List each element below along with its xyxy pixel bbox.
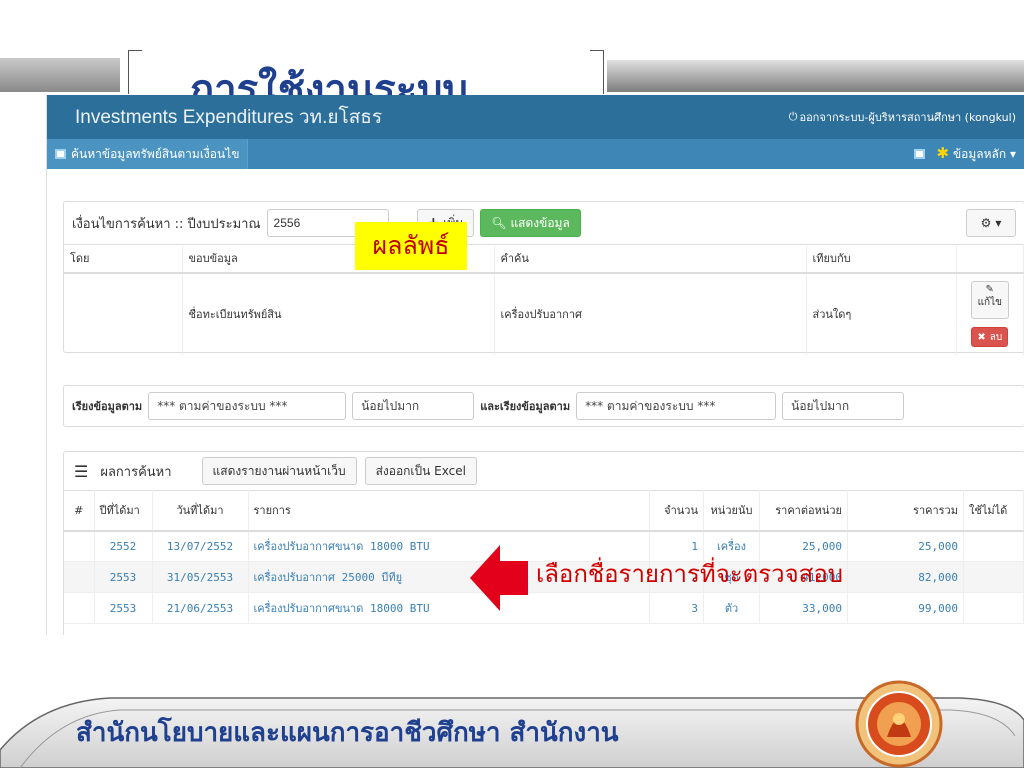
caret-down-icon: ▾ <box>995 216 1002 230</box>
condition-keyword: เครื่องปรับอากาศ <box>494 272 807 355</box>
cell-total: 25,000 <box>847 530 964 562</box>
settings-icon: ✱ <box>936 144 950 162</box>
list-icon: ☰ <box>74 461 89 481</box>
column-header <box>956 244 1024 274</box>
cell-no <box>64 561 95 593</box>
column-header: ใช้ไม่ได้ <box>963 490 1024 532</box>
column-header: วันที่ได้มา <box>152 490 249 532</box>
select-item-caption: เลือกชื่อรายการที่จะตรวจสอบ <box>536 560 843 588</box>
footer-text: สำนักนโยบายและแผนการอาชีวศึกษา สำนักงาน <box>76 718 619 748</box>
conditions-label: เงื่อนไขการค้นหา :: ปีงบประมาณ <box>72 216 261 232</box>
app-window: Investments Expenditures วท.ยโสธร ⏻ ออกจ… <box>46 95 1024 635</box>
table-row[interactable]: 2553 21/06/2553 เครื่องปรับอากาศขนาด 180… <box>64 592 1024 624</box>
cell-date: 31/05/2553 <box>152 561 249 593</box>
app-title: Investments Expenditures วท.ยโสธร <box>75 107 383 128</box>
sort-order-select-1[interactable]: น้อยไปมาก <box>352 392 475 420</box>
gear-icon: ⚙ <box>980 216 992 230</box>
cell-item-link[interactable]: เครื่องปรับอากาศขนาด 18000 BTU <box>248 592 650 624</box>
show-data-button[interactable]: 🔍︎ แสดงข้อมูล <box>480 209 581 237</box>
cell-date: 21/06/2553 <box>152 592 249 624</box>
caret-down-icon: ▾ <box>1009 147 1016 161</box>
grid-icon[interactable] <box>913 149 925 159</box>
column-header: ราคารวม <box>847 490 964 532</box>
table-icon <box>55 149 66 159</box>
export-excel-button[interactable]: ส่งออกเป็น Excel <box>364 457 477 485</box>
cell-total: 99,000 <box>847 592 964 624</box>
red-arrow-left-icon <box>470 545 528 611</box>
sort-label-1: เรียงข้อมูลตาม <box>72 400 143 413</box>
cell-unusable <box>963 530 1024 562</box>
delete-label: ลบ <box>989 331 1003 343</box>
nav-master-label: ข้อมูลหลัก <box>952 147 1007 161</box>
cell-year: 2552 <box>94 530 153 562</box>
settings-dropdown-button[interactable]: ⚙ ▾ <box>966 209 1016 237</box>
title-bracket-left <box>128 50 142 94</box>
web-report-button[interactable]: แสดงรายงานผ่านหน้าเว็บ <box>201 457 357 485</box>
nav-master-menu[interactable]: ✱ ข้อมูลหลัก ▾ <box>937 144 1016 164</box>
sort-label-2: และเรียงข้อมูลตาม <box>480 400 571 413</box>
sort-panel: เรียงข้อมูลตาม *** ตามค่าของระบบ *** น้อ… <box>63 385 1024 427</box>
column-header: หน่วยนับ <box>703 490 760 532</box>
cell-unit-price: 33,000 <box>759 592 848 624</box>
cell-unusable <box>963 561 1024 593</box>
search-conditions-panel: เงื่อนไขการค้นหา :: ปีงบประมาณ + เพิ่ม 🔍… <box>63 201 1024 355</box>
cell-qty: 3 <box>649 592 704 624</box>
app-navbar: ค้นหาข้อมูลทรัพย์สินตามเงื่อนไข ✱ ข้อมูล… <box>47 139 1024 169</box>
column-header: เทียบกับ <box>806 244 957 274</box>
condition-actions: ✎ แก้ไข ✖ ลบ <box>956 272 1024 355</box>
results-panel: ☰ ผลการค้นหา แสดงรายงานผ่านหน้าเว็บ ส่งอ… <box>63 451 1024 635</box>
cell-total: 82,000 <box>847 561 964 593</box>
decorative-bar-right <box>607 58 1024 92</box>
condition-field: ชื่อทะเบียนทรัพย์สิน <box>182 272 495 355</box>
pencil-icon: ✎ <box>985 284 994 295</box>
condition-compare: ส่วนใดๆ <box>806 272 957 355</box>
column-header: โดย <box>64 244 183 274</box>
cell-no <box>64 592 95 624</box>
condition-by <box>64 272 183 355</box>
cell-year: 2553 <box>94 561 153 593</box>
column-header: จำนวน <box>649 490 704 532</box>
nav-search-assets[interactable]: ค้นหาข้อมูลทรัพย์สินตามเงื่อนไข <box>47 139 249 169</box>
sort-field-select-2[interactable]: *** ตามค่าของระบบ *** <box>576 392 777 420</box>
close-icon: ✖ <box>977 331 986 343</box>
cell-unusable <box>963 592 1024 624</box>
slide: การใช้งานระบบ Investments Expenditures ว… <box>0 0 1024 768</box>
result-callout: ผลลัพธ์ <box>355 222 467 270</box>
decorative-bar-left <box>0 58 120 92</box>
cell-date: 13/07/2552 <box>152 530 249 562</box>
column-header: รายการ <box>248 490 650 532</box>
column-header: ปีที่ได้มา <box>94 490 153 532</box>
results-title: ผลการค้นหา <box>100 464 172 480</box>
logout-label: ออกจากระบบ-ผู้บริหารสถานศึกษา (kongkul) <box>799 111 1016 124</box>
column-header: ราคาต่อหน่วย <box>759 490 848 532</box>
conditions-table: โดย ขอบข้อมูล คำค้น เทียบกับ ชื่อทะเบียน… <box>64 244 1024 355</box>
delete-condition-button[interactable]: ✖ ลบ <box>971 327 1009 347</box>
vocational-education-seal-icon <box>855 680 943 768</box>
condition-row: ชื่อทะเบียนทรัพย์สิน เครื่องปรับอากาศ ส่… <box>64 272 1024 355</box>
sort-order-select-2[interactable]: น้อยไปมาก <box>782 392 905 420</box>
cell-no <box>64 530 95 562</box>
title-bracket-right <box>590 50 604 94</box>
sort-field-select-1[interactable]: *** ตามค่าของระบบ *** <box>148 392 347 420</box>
logout-link[interactable]: ⏻ ออกจากระบบ-ผู้บริหารสถานศึกษา (kongkul… <box>789 108 1016 126</box>
show-data-label: แสดงข้อมูล <box>510 215 570 230</box>
column-header: # <box>64 490 95 532</box>
power-icon: ⏻ <box>788 110 798 123</box>
app-header: Investments Expenditures วท.ยโสธร ⏻ ออกจ… <box>47 95 1024 139</box>
cell-unit: ตัว <box>703 592 760 624</box>
column-header: คำค้น <box>494 244 807 274</box>
search-icon: 🔍︎ <box>491 216 507 230</box>
edit-condition-button[interactable]: ✎ แก้ไข <box>970 281 1009 319</box>
cell-year: 2553 <box>94 592 153 624</box>
edit-label: แก้ไข <box>977 297 1002 308</box>
nav-search-label: ค้นหาข้อมูลทรัพย์สินตามเงื่อนไข <box>71 146 240 161</box>
